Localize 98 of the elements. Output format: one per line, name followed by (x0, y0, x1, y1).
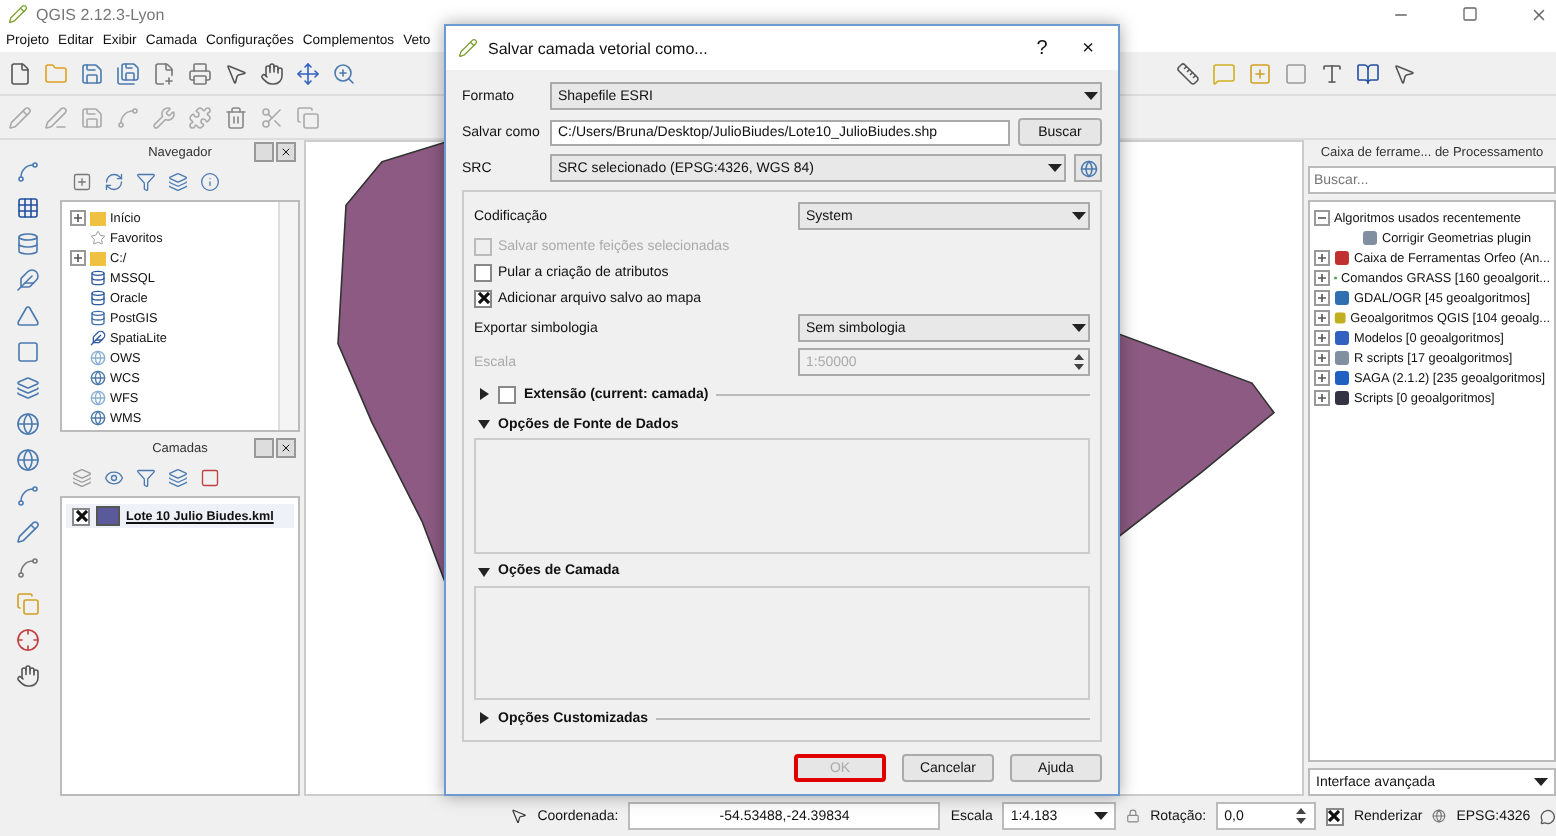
pen-icon[interactable] (44, 105, 68, 129)
curve-icon[interactable] (116, 105, 140, 129)
tree-expander[interactable] (1314, 290, 1330, 306)
tree-expander[interactable] (1314, 250, 1330, 266)
tree-expander[interactable] (1314, 390, 1330, 406)
crs-select-button[interactable] (1074, 154, 1102, 182)
expand-triangle-icon[interactable] (478, 712, 490, 724)
spinner-arrows-icon[interactable] (1293, 806, 1308, 826)
collapse-triangle-icon[interactable] (478, 565, 490, 577)
pencil-icon[interactable] (16, 520, 40, 544)
square-icon[interactable] (16, 340, 40, 364)
globe-icon (90, 370, 106, 386)
layer-checkbox[interactable] (72, 507, 90, 525)
trash-icon[interactable] (224, 105, 248, 129)
globe-icon[interactable] (1432, 808, 1447, 824)
dropdown-arrow-icon (1072, 322, 1086, 334)
dropdown-arrow-icon (1072, 210, 1086, 222)
tree-expander[interactable] (1314, 210, 1330, 226)
star-icon (90, 230, 106, 246)
printer-icon[interactable] (188, 61, 212, 85)
database-icon (90, 270, 106, 286)
tree-expander[interactable] (1314, 350, 1330, 366)
info-icon[interactable] (200, 172, 220, 192)
tree-expander[interactable] (70, 210, 86, 226)
globe-icon[interactable] (16, 448, 40, 472)
tree-expander[interactable] (70, 250, 86, 266)
new-file-icon[interactable] (8, 61, 32, 85)
scissors-icon[interactable] (260, 105, 284, 129)
tree-expander[interactable] (1314, 330, 1330, 346)
render-checkbox[interactable] (1325, 807, 1344, 825)
pencil-icon[interactable] (458, 38, 478, 58)
hand-icon[interactable] (260, 61, 284, 85)
filter-icon[interactable] (136, 468, 156, 488)
pointer-icon[interactable] (510, 806, 528, 826)
dropdown-arrow-icon (1534, 776, 1548, 788)
square-icon[interactable] (1284, 61, 1308, 85)
collapse-triangle-icon[interactable] (478, 418, 490, 430)
refresh-icon[interactable] (104, 172, 124, 192)
eye-icon[interactable] (104, 468, 124, 488)
filter-icon[interactable] (136, 172, 156, 192)
move-icon[interactable] (296, 61, 320, 85)
help-button[interactable]: ? (1024, 37, 1060, 59)
messages-icon[interactable] (1540, 807, 1556, 825)
vector-add-icon[interactable] (16, 484, 40, 508)
grid-icon[interactable] (16, 196, 40, 220)
square-plus-icon[interactable] (1248, 61, 1272, 85)
database-icon[interactable] (16, 232, 40, 256)
globe-icon[interactable] (16, 412, 40, 436)
folder-icon (90, 210, 106, 226)
book-icon[interactable] (1356, 61, 1380, 85)
lock-icon[interactable] (1126, 808, 1141, 824)
tree-expander[interactable] (1314, 310, 1330, 326)
triangle-icon[interactable] (16, 304, 40, 328)
text-icon[interactable] (1320, 61, 1344, 85)
hand-icon[interactable] (16, 664, 40, 688)
section-checkbox[interactable] (498, 385, 516, 403)
pencil-icon[interactable] (8, 4, 28, 24)
tree-expander[interactable] (1314, 370, 1330, 386)
pointer-help-icon[interactable] (1392, 61, 1416, 85)
dialog-title: Salvar camada vetorial como... (488, 39, 710, 57)
globe-icon (90, 390, 106, 406)
wrench-icon[interactable] (152, 105, 176, 129)
expand-triangle-icon[interactable] (478, 388, 490, 400)
feather-icon[interactable] (16, 268, 40, 292)
pencil-icon[interactable] (8, 105, 32, 129)
dropdown-arrow-icon (1084, 90, 1098, 102)
layers-icon[interactable] (168, 468, 188, 488)
window-title: QGIS 2.12.3-Lyon (36, 5, 167, 23)
layers-icon[interactable] (16, 376, 40, 400)
crosshair-icon[interactable] (16, 628, 40, 652)
scrollbar[interactable] (278, 202, 298, 430)
layers-icon[interactable] (72, 468, 92, 488)
square-icon[interactable] (200, 468, 220, 488)
zoom-in-icon[interactable] (332, 61, 356, 85)
save-as-icon[interactable] (116, 61, 140, 85)
puzzle-icon[interactable] (188, 105, 212, 129)
vector-add-icon[interactable] (16, 160, 40, 184)
ruler-icon[interactable] (1176, 61, 1200, 85)
database-icon (90, 310, 106, 326)
globe-icon (90, 410, 106, 426)
dropdown-arrow-icon (1048, 162, 1062, 174)
option-checkbox[interactable] (474, 263, 492, 281)
pointer-icon[interactable] (224, 61, 248, 85)
copy-icon[interactable] (16, 592, 40, 616)
maximize-icon[interactable] (1462, 6, 1478, 22)
close-button[interactable]: × (1070, 37, 1106, 59)
tree-expander[interactable] (1314, 270, 1330, 286)
file-plus-icon[interactable] (152, 61, 176, 85)
square-plus-icon[interactable] (72, 172, 92, 192)
globe-icon (90, 350, 106, 366)
dropdown-arrow-icon (1094, 810, 1109, 822)
folder-icon (90, 250, 106, 266)
option-checkbox[interactable] (474, 289, 492, 307)
feather-icon (90, 330, 106, 346)
layers-icon[interactable] (168, 172, 188, 192)
vector-add-icon[interactable] (16, 556, 40, 580)
database-icon (90, 290, 106, 306)
save-icon[interactable] (80, 61, 104, 85)
